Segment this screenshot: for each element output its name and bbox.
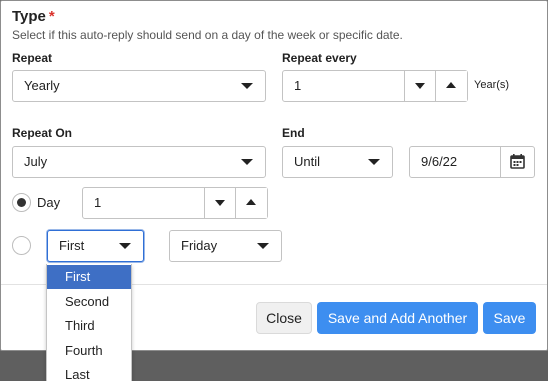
required-asterisk: * xyxy=(48,8,55,25)
type-heading-text: Type xyxy=(12,8,46,25)
day-decrement-button[interactable] xyxy=(204,188,236,218)
ordinal-select[interactable]: First xyxy=(47,230,144,262)
repeat-every-unit: Year(s) xyxy=(474,79,510,91)
chevron-down-icon xyxy=(241,159,253,165)
chevron-down-icon xyxy=(241,83,253,89)
ordinal-option-first[interactable]: First xyxy=(47,265,131,289)
repeat-every-increment-button[interactable] xyxy=(435,71,467,101)
caret-down-icon xyxy=(215,200,225,206)
day-increment-button[interactable] xyxy=(235,188,267,218)
repeat-label: Repeat xyxy=(12,51,53,65)
end-mode-select[interactable]: Until xyxy=(282,146,393,178)
ordinal-option-fourth[interactable]: Fourth xyxy=(47,339,131,363)
type-heading: Type * xyxy=(12,8,55,25)
ordinal-dropdown-list: First Second Third Fourth Last xyxy=(46,264,132,381)
weekday-select[interactable]: Friday xyxy=(169,230,282,262)
save-button[interactable]: Save xyxy=(483,302,536,334)
caret-up-icon xyxy=(246,199,256,205)
radio-selected-dot xyxy=(17,198,26,207)
caret-down-icon xyxy=(415,83,425,89)
repeat-on-label: Repeat On xyxy=(12,126,73,140)
type-hint: Select if this auto-reply should send on… xyxy=(12,28,403,42)
repeat-every-value[interactable]: 1 xyxy=(294,71,301,101)
end-date-field[interactable]: 9/6/22 xyxy=(409,146,535,178)
repeat-select-value: Yearly xyxy=(24,78,60,93)
repeat-select[interactable]: Yearly xyxy=(12,70,266,102)
repeat-on-select[interactable]: July xyxy=(12,146,266,178)
chevron-down-icon xyxy=(368,159,380,165)
weekday-select-value: Friday xyxy=(181,238,218,253)
day-radio-label: Day xyxy=(37,195,61,210)
weekday-radio[interactable] xyxy=(12,236,31,255)
ordinal-option-third[interactable]: Third xyxy=(47,314,131,338)
repeat-every-decrement-button[interactable] xyxy=(404,71,436,101)
save-and-add-another-button[interactable]: Save and Add Another xyxy=(317,302,478,334)
end-mode-value: Until xyxy=(294,154,321,169)
ordinal-option-last[interactable]: Last xyxy=(47,363,131,381)
caret-up-icon xyxy=(446,82,456,88)
repeat-every-stepper[interactable]: 1 xyxy=(282,70,468,102)
repeat-on-select-value: July xyxy=(24,154,48,169)
ordinal-option-second[interactable]: Second xyxy=(47,290,131,314)
chevron-down-icon xyxy=(257,243,269,249)
day-value[interactable]: 1 xyxy=(94,188,101,218)
day-stepper[interactable]: 1 xyxy=(82,187,268,219)
close-button[interactable]: Close xyxy=(256,302,312,334)
end-label: End xyxy=(282,126,305,140)
end-date-value[interactable]: 9/6/22 xyxy=(421,147,457,177)
day-radio[interactable] xyxy=(12,193,31,212)
chevron-down-icon xyxy=(119,243,131,249)
repeat-every-label: Repeat every xyxy=(282,51,357,65)
ordinal-select-value: First xyxy=(59,238,85,253)
calendar-icon xyxy=(510,154,525,169)
calendar-button[interactable] xyxy=(500,147,534,177)
